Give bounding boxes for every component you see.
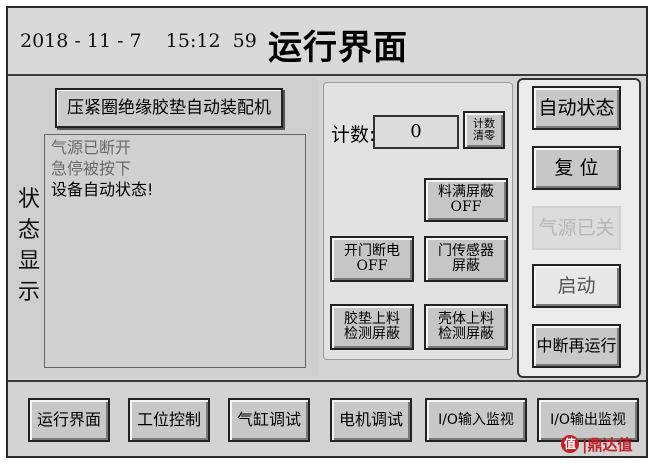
status-display-label: 状 态 显 示 [16,184,42,308]
shell-feed-label-1: 壳体上料 [438,310,494,327]
nav-station-control[interactable]: 工位控制 [128,398,210,442]
clear-count-label-2: 清零 [473,129,495,142]
watermark-badge-icon: 值 [561,435,579,453]
page-title: 运行界面 [268,28,408,68]
status-label-char: 示 [17,280,40,305]
count-label: 计数: [331,124,376,146]
nav-run-screen[interactable]: 运行界面 [28,398,110,442]
shell-feed-check-mask-button[interactable]: 壳体上料 检测屏蔽 [424,304,508,350]
date-text: 2018 - 11 - 7 [20,30,142,52]
air-off-indicator: 气源已关 [532,206,621,250]
pad-feed-label-2: 检测屏蔽 [344,326,400,342]
door-open-state: OFF [356,258,388,274]
status-line: 气源已断开 [51,138,132,157]
status-line: 设备自动状态! [51,180,154,199]
status-label-char: 态 [17,218,40,243]
door-sensor-label-1: 门传感器 [438,242,494,259]
pad-feed-label-1: 胶垫上料 [344,310,400,327]
door-sensor-mask-button[interactable]: 门传感器 屏蔽 [424,236,508,282]
datetime-display: 2018 - 11 - 7 15:12 59 [20,30,257,52]
door-open-power-off-button[interactable]: 开门断电 OFF [330,236,414,282]
resume-after-interrupt-button[interactable]: 中断再运行 [532,324,621,368]
auto-state-button[interactable]: 自动状态 [532,86,621,130]
clear-count-button[interactable]: 计数 清零 [463,111,505,149]
door-sensor-label-2: 屏蔽 [452,258,480,274]
material-full-state: OFF [450,199,482,215]
watermark-logo: 值 |鼎达值 [561,433,632,455]
shell-feed-label-2: 检测屏蔽 [438,326,494,342]
status-label-char: 状 [17,187,40,212]
reset-button[interactable]: 复 位 [532,146,621,190]
machine-name-button[interactable]: 压紧圈绝缘胶垫自动装配机 [55,88,283,128]
status-message-box: 气源已断开 急停被按下 设备自动状态! [44,134,306,368]
count-value-field[interactable]: 0 [373,115,459,149]
material-full-label: 料满屏蔽 [438,183,494,200]
start-button[interactable]: 启动 [532,264,621,308]
nav-motor-debug[interactable]: 电机调试 [330,398,412,442]
watermark-text: |鼎达值 [582,435,633,454]
pad-feed-check-mask-button[interactable]: 胶垫上料 检测屏蔽 [330,304,414,350]
material-full-mask-button[interactable]: 料满屏蔽 OFF [424,178,508,222]
nav-cylinder-debug[interactable]: 气缸调试 [228,398,310,442]
nav-io-input-monitor[interactable]: I/O输入监视 [425,398,527,442]
time-text: 15:12 59 [165,30,257,52]
status-line: 急停被按下 [51,159,132,178]
status-label-char: 显 [17,249,40,274]
door-open-label: 开门断电 [344,242,400,259]
